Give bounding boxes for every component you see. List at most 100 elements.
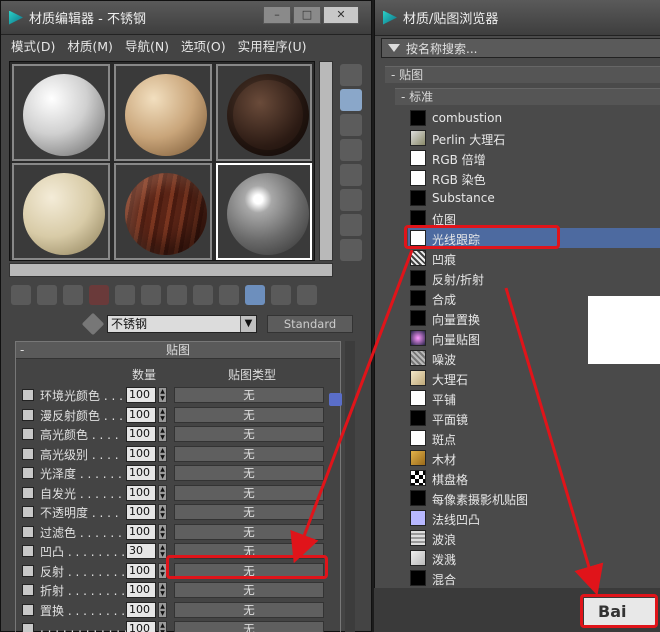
map-amount-field[interactable]: 100 xyxy=(126,562,156,579)
sample-type-icon[interactable] xyxy=(340,64,362,86)
maps-rollout-header[interactable]: - 贴图 xyxy=(16,342,340,359)
map-enable-checkbox[interactable] xyxy=(22,584,34,596)
show-end-result-icon[interactable] xyxy=(245,285,265,305)
map-amount-field[interactable]: 100 xyxy=(126,621,156,632)
go-to-parent-icon[interactable] xyxy=(271,285,291,305)
sample-slot[interactable] xyxy=(216,64,312,161)
map-slot-button[interactable]: 无 xyxy=(174,426,324,442)
map-item[interactable]: 法线凹凸 xyxy=(408,508,660,528)
map-slot-button[interactable]: 无 xyxy=(174,582,324,598)
map-amount-field[interactable]: 100 xyxy=(126,426,156,442)
minimize-button[interactable]: – xyxy=(263,6,291,24)
map-enable-checkbox[interactable] xyxy=(22,525,34,538)
menu-mode[interactable]: 模式(D) xyxy=(5,37,61,57)
map-slot-button[interactable]: 无 xyxy=(174,445,324,462)
group-standard[interactable]: - 标准 xyxy=(395,88,660,105)
map-enable-checkbox[interactable] xyxy=(22,623,34,632)
map-slot-button[interactable]: 无 xyxy=(174,465,324,481)
sample-slot-selected[interactable] xyxy=(216,163,312,260)
map-item[interactable]: 混合 xyxy=(408,568,660,588)
map-slot-button[interactable]: 无 xyxy=(174,504,324,520)
map-enable-checkbox[interactable] xyxy=(22,408,34,421)
map-amount-field[interactable]: 100 xyxy=(126,406,156,423)
map-amount-field[interactable]: 100 xyxy=(126,504,156,520)
sample-slot[interactable] xyxy=(114,163,212,260)
map-slot-button[interactable]: 无 xyxy=(174,484,324,501)
amount-spinner[interactable]: ▲▼ xyxy=(158,504,167,520)
group-maps[interactable]: - 贴图 xyxy=(385,66,660,83)
assign-to-selection-icon[interactable] xyxy=(63,285,83,305)
map-slot-button[interactable]: 无 xyxy=(174,621,324,632)
menu-material[interactable]: 材质(M) xyxy=(61,37,119,57)
map-item[interactable]: 棋盘格 xyxy=(408,468,660,488)
background-icon[interactable] xyxy=(340,114,362,136)
map-amount-field[interactable]: 100 xyxy=(126,582,156,598)
uv-tiling-icon[interactable] xyxy=(340,139,362,161)
menu-utilities[interactable]: 实用程序(U) xyxy=(232,37,313,57)
map-item[interactable]: 每像素摄影机贴图 xyxy=(408,488,660,508)
amount-spinner[interactable]: ▲▼ xyxy=(158,621,167,632)
map-slot-button[interactable]: 无 xyxy=(174,387,324,403)
map-item[interactable]: Perlin 大理石 xyxy=(408,128,660,148)
slots-vertical-scrollbar[interactable] xyxy=(319,61,333,261)
amount-spinner[interactable]: ▲▼ xyxy=(158,523,167,540)
map-item[interactable]: 斑点 xyxy=(408,428,660,448)
chevron-down-icon[interactable]: ▼ xyxy=(240,316,256,332)
amount-spinner[interactable]: ▲▼ xyxy=(158,426,167,442)
show-map-icon[interactable] xyxy=(219,285,239,305)
unique-icon[interactable] xyxy=(141,285,161,305)
search-input[interactable]: 按名称搜索... xyxy=(381,38,660,58)
map-enable-checkbox[interactable] xyxy=(22,389,34,401)
select-by-material-icon[interactable] xyxy=(340,239,362,261)
options-icon[interactable] xyxy=(340,214,362,236)
map-enable-checkbox[interactable] xyxy=(22,564,34,577)
map-slot-button[interactable]: 无 xyxy=(174,406,324,423)
map-enable-checkbox[interactable] xyxy=(22,486,34,499)
amount-spinner[interactable]: ▲▼ xyxy=(158,465,167,481)
go-forward-icon[interactable] xyxy=(297,285,317,305)
material-name-field[interactable]: 不锈钢 ▼ xyxy=(107,315,257,333)
copy-material-icon[interactable] xyxy=(115,285,135,305)
map-amount-field[interactable]: 100 xyxy=(126,484,156,501)
map-enable-checkbox[interactable] xyxy=(22,428,34,440)
browser-titlebar[interactable]: 材质/贴图浏览器 xyxy=(375,0,660,36)
map-item[interactable]: 波浪 xyxy=(408,528,660,548)
menu-navigation[interactable]: 导航(N) xyxy=(119,37,175,57)
map-item[interactable]: 泼溅 xyxy=(408,548,660,568)
map-item[interactable]: 大理石 xyxy=(408,368,660,388)
map-amount-field[interactable]: 100 xyxy=(126,387,156,403)
map-item[interactable]: 凹痕 xyxy=(408,248,660,268)
map-item[interactable]: 平铺 xyxy=(408,388,660,408)
rollout-scrollbar[interactable] xyxy=(345,341,355,632)
map-item[interactable]: 木材 xyxy=(408,448,660,468)
map-item[interactable]: 反射/折射 xyxy=(408,268,660,288)
menu-options[interactable]: 选项(O) xyxy=(175,37,232,57)
sample-slot[interactable] xyxy=(12,64,110,161)
amount-spinner[interactable]: ▲▼ xyxy=(158,387,167,403)
lock-icon[interactable] xyxy=(329,393,342,406)
close-button[interactable]: ✕ xyxy=(323,6,359,24)
sample-slot[interactable] xyxy=(12,163,110,260)
map-enable-checkbox[interactable] xyxy=(22,467,34,479)
video-color-check-icon[interactable] xyxy=(340,164,362,186)
put-to-scene-icon[interactable] xyxy=(37,285,57,305)
map-amount-field[interactable]: 30 xyxy=(126,543,156,559)
make-preview-icon[interactable] xyxy=(340,189,362,211)
map-item[interactable]: RGB 染色 xyxy=(408,168,660,188)
map-item[interactable]: 平面镜 xyxy=(408,408,660,428)
reset-map-icon[interactable] xyxy=(89,285,109,305)
amount-spinner[interactable]: ▲▼ xyxy=(158,582,167,598)
options-dropdown-icon[interactable] xyxy=(388,44,400,52)
map-enable-checkbox[interactable] xyxy=(22,545,34,557)
amount-spinner[interactable]: ▲▼ xyxy=(158,484,167,501)
eyedropper-icon[interactable] xyxy=(81,312,105,336)
amount-spinner[interactable]: ▲▼ xyxy=(158,601,167,618)
backlight-icon[interactable] xyxy=(340,89,362,111)
amount-spinner[interactable]: ▲▼ xyxy=(158,406,167,423)
slots-horizontal-scrollbar[interactable] xyxy=(9,263,333,277)
map-enable-checkbox[interactable] xyxy=(22,447,34,460)
material-type-button[interactable]: Standard xyxy=(267,315,353,333)
map-slot-button[interactable]: 无 xyxy=(174,601,324,618)
map-enable-checkbox[interactable] xyxy=(22,506,34,518)
put-to-library-icon[interactable] xyxy=(167,285,187,305)
